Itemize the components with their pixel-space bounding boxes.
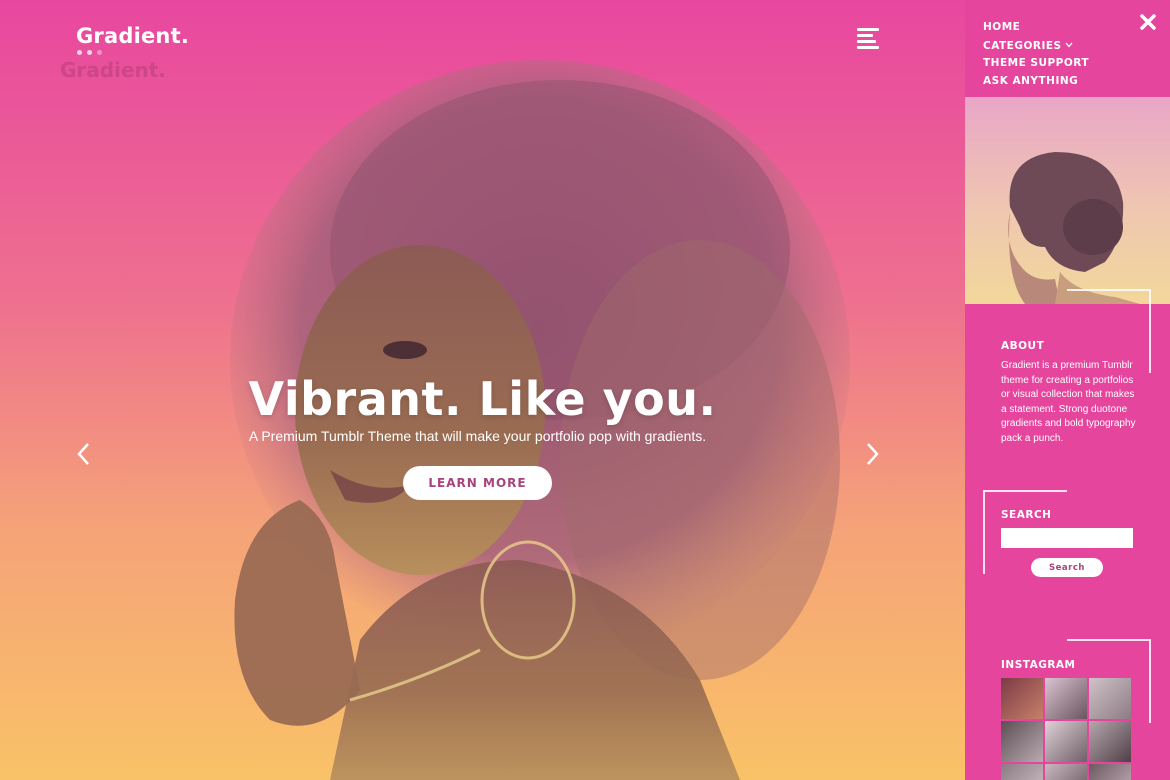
search-button[interactable]: Search: [1031, 558, 1103, 577]
ghost-logo-text: Gradient.: [60, 58, 166, 82]
chevron-right-icon[interactable]: [860, 440, 884, 468]
learn-more-button[interactable]: LEARN MORE: [403, 466, 552, 500]
sidebar-nav: HOME CATEGORIES THEME SUPPORT ASK ANYTHI…: [983, 20, 1089, 92]
hero-subheadline: A Premium Tumblr Theme that will make yo…: [248, 428, 707, 444]
instagram-thumbnail[interactable]: [1001, 678, 1043, 719]
close-icon[interactable]: [1138, 12, 1158, 32]
instagram-thumbnail[interactable]: [1045, 764, 1087, 780]
nav-item-label: ASK ANYTHING: [983, 75, 1079, 87]
instagram-thumbnail[interactable]: [1045, 721, 1087, 762]
instagram-thumbnail[interactable]: [1089, 721, 1131, 762]
nav-item-label: CATEGORIES: [983, 40, 1062, 52]
sidebar-featured-image: [965, 97, 1170, 304]
about-text: Gradient is a premium Tumblr theme for c…: [1001, 360, 1136, 444]
instagram-thumbnail[interactable]: [1001, 764, 1043, 780]
hamburger-menu-icon[interactable]: [857, 28, 879, 49]
nav-item-label: THEME SUPPORT: [983, 57, 1090, 69]
logo-dots: [77, 50, 102, 55]
chevron-down-icon: [1065, 38, 1073, 52]
instagram-thumbnail[interactable]: [1001, 721, 1043, 762]
nav-item-categories[interactable]: CATEGORIES: [983, 38, 1089, 56]
hero-slider: Gradient. Gradient. Vibrant. Like you. A…: [0, 0, 965, 780]
sidebar-panel: HOME CATEGORIES THEME SUPPORT ASK ANYTHI…: [965, 0, 1170, 780]
instagram-title: INSTAGRAM: [1001, 659, 1076, 671]
nav-item-ask-anything[interactable]: ASK ANYTHING: [983, 74, 1089, 92]
search-input[interactable]: [1001, 528, 1133, 548]
hero-headline: Vibrant. Like you.: [248, 372, 717, 426]
instagram-grid: [1001, 678, 1132, 780]
chevron-left-icon[interactable]: [72, 440, 96, 468]
site-logo[interactable]: Gradient.: [76, 24, 189, 48]
instagram-thumbnail[interactable]: [1089, 764, 1131, 780]
instagram-thumbnail[interactable]: [1089, 678, 1131, 719]
nav-item-home[interactable]: HOME: [983, 20, 1089, 38]
instagram-thumbnail[interactable]: [1045, 678, 1087, 719]
nav-item-label: HOME: [983, 21, 1021, 33]
about-title: ABOUT: [1001, 340, 1045, 352]
nav-item-theme-support[interactable]: THEME SUPPORT: [983, 56, 1089, 74]
search-title: SEARCH: [1001, 509, 1052, 521]
